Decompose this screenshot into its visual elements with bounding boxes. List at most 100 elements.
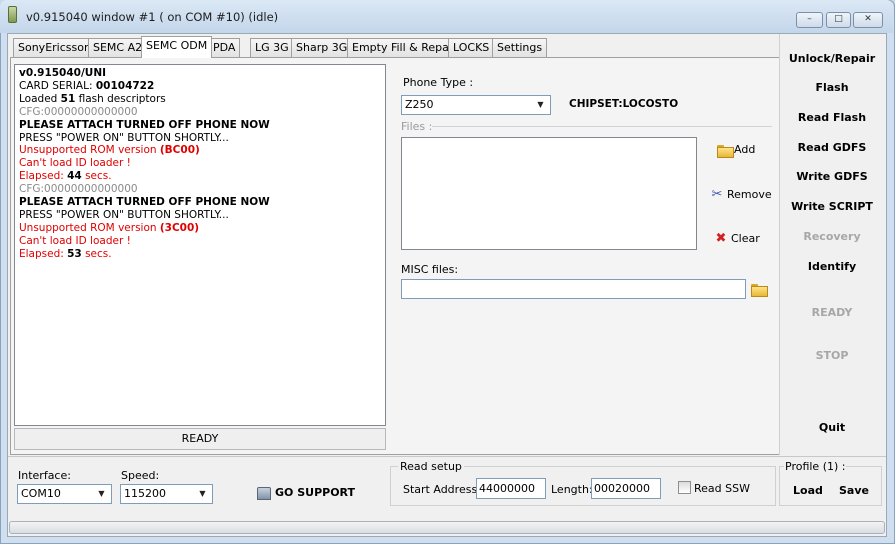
log-text: secs.	[81, 170, 112, 183]
log-text: Unsupported ROM version	[19, 221, 160, 234]
read-ssw-checkbox[interactable]	[678, 481, 691, 494]
log-text: Can't load ID loader !	[19, 157, 131, 170]
files-list[interactable]	[401, 137, 697, 250]
tab-lg-3g[interactable]: LG 3G	[250, 38, 294, 57]
remove-file-button[interactable]: ✂ Remove	[709, 187, 772, 202]
maximize-button[interactable]: □	[826, 12, 851, 28]
quit-button[interactable]: Quit	[780, 421, 884, 434]
log-line: Unsupported ROM version (BC00)	[19, 144, 381, 157]
log-line: PRESS "POWER ON" BUTTON SHORTLY...	[19, 132, 381, 145]
clear-files-button[interactable]: ✖ Clear	[713, 231, 760, 246]
go-support-button[interactable]: GO SUPPORT	[257, 486, 355, 500]
write-script-button[interactable]: Write SCRIPT	[780, 200, 884, 213]
log-text: Elapsed:	[19, 170, 68, 183]
folder-icon	[751, 283, 768, 297]
add-label: Add	[734, 143, 756, 156]
action-sidebar	[779, 34, 886, 455]
write-gdfs-button[interactable]: Write GDFS	[780, 170, 884, 183]
tab-semc-odm[interactable]: SEMC ODM	[141, 36, 213, 58]
start-address-label: Start Address:	[403, 483, 481, 496]
clear-x-icon: ✖	[715, 231, 727, 246]
tab-sonyericsson[interactable]: SonyEricsson	[13, 38, 96, 57]
log-line: v0.915040/UNI	[19, 67, 381, 80]
log-line: PRESS "POWER ON" BUTTON SHORTLY...	[19, 209, 381, 222]
read-setup-label: Read setup	[398, 460, 464, 473]
tab-empty-fill-repair[interactable]: Empty Fill & Repair	[347, 38, 462, 57]
log-text: 00104722	[95, 79, 155, 92]
tab-settings[interactable]: Settings	[492, 38, 548, 57]
log-text: flash descriptors	[75, 92, 166, 105]
log-line: CFG:00000000000000	[19, 183, 381, 196]
chevron-down-icon: ▼	[98, 489, 105, 498]
tab-locks[interactable]: LOCKS	[448, 38, 495, 57]
log-text: PRESS "POWER ON" BUTTON SHORTLY...	[19, 208, 229, 221]
log-text: 53	[67, 247, 82, 260]
interface-label: Interface:	[18, 469, 71, 482]
log-text: 51	[60, 92, 76, 105]
load-profile-button[interactable]: Load	[793, 484, 823, 497]
save-profile-button[interactable]: Save	[839, 484, 869, 497]
log-text: secs.	[81, 247, 112, 260]
interface-value: COM10	[21, 487, 61, 500]
start-address-input[interactable]: 44000000	[476, 478, 546, 499]
unlock-repair-button[interactable]: Unlock/Repair	[780, 52, 884, 65]
speed-select[interactable]: 115200 ▼	[120, 484, 213, 504]
identify-button[interactable]: Identify	[780, 260, 884, 273]
read-flash-button[interactable]: Read Flash	[780, 111, 884, 124]
minimize-button[interactable]: –	[796, 12, 823, 28]
log-text: Loaded	[19, 92, 61, 105]
chipset-label: CHIPSET:LOCOSTO	[569, 98, 679, 110]
misc-files-label: MISC files:	[401, 263, 459, 276]
phone-type-select[interactable]: Z250 ▼	[401, 95, 551, 115]
log-line: Loaded 51 flash descriptors	[19, 93, 381, 106]
misc-files-input[interactable]	[401, 279, 746, 299]
chevron-down-icon: ▼	[537, 100, 544, 109]
length-input[interactable]: 00020000	[591, 478, 661, 499]
profile-label: Profile (1) :	[784, 460, 847, 473]
read-ssw-label[interactable]: Read SSW	[694, 482, 750, 495]
remove-label: Remove	[727, 188, 772, 201]
log-text: CFG:00000000000000	[19, 105, 138, 118]
interface-select[interactable]: COM10 ▼	[17, 484, 112, 504]
log-text: (3C00)	[159, 221, 200, 234]
clear-label: Clear	[731, 232, 760, 245]
flash-button[interactable]: Flash	[780, 81, 884, 94]
recovery-button[interactable]: Recovery	[780, 230, 884, 243]
log-line: Can't load ID loader !	[19, 157, 381, 170]
log-line: Can't load ID loader !	[19, 235, 381, 248]
folder-icon	[716, 144, 734, 158]
log-text: Elapsed:	[19, 247, 68, 260]
log-text: CARD SERIAL:	[19, 79, 96, 92]
read-gdfs-button[interactable]: Read GDFS	[780, 141, 884, 154]
chevron-down-icon: ▼	[199, 489, 206, 498]
log-text: (BC00)	[159, 144, 200, 157]
browse-misc-button[interactable]	[751, 282, 769, 297]
log-line: CFG:00000000000000	[19, 106, 381, 119]
go-support-label: GO SUPPORT	[275, 486, 356, 499]
log-text: PLEASE ATTACH TURNED OFF PHONE NOW	[19, 118, 270, 131]
tab-sharp-3g[interactable]: Sharp 3G	[291, 38, 353, 57]
log-output[interactable]: v0.915040/UNI CARD SERIAL: 00104722 Loaded…	[14, 64, 386, 426]
home-icon	[257, 486, 271, 500]
tab-pda[interactable]: PDA	[208, 38, 241, 57]
log-line: Unsupported ROM version (3C00)	[19, 222, 381, 235]
log-text: PLEASE ATTACH TURNED OFF PHONE NOW	[19, 196, 270, 209]
log-line: PLEASE ATTACH TURNED OFF PHONE NOW	[19, 196, 381, 209]
log-line: PLEASE ATTACH TURNED OFF PHONE NOW	[19, 119, 381, 132]
log-text: Unsupported ROM version	[19, 144, 160, 157]
phone-type-value: Z250	[405, 98, 434, 111]
add-file-button[interactable]: Add	[716, 143, 756, 158]
log-text: PRESS "POWER ON" BUTTON SHORTLY...	[19, 131, 229, 144]
files-group-label: Files :	[401, 120, 433, 133]
speed-label: Speed:	[121, 469, 160, 482]
log-line: Elapsed: 44 secs.	[19, 170, 381, 183]
log-text: CFG:00000000000000	[19, 183, 138, 196]
stop-button[interactable]: STOP	[780, 349, 884, 362]
files-group-divider	[432, 126, 772, 127]
tab-semc-a2[interactable]: SEMC A2	[88, 38, 148, 57]
close-button[interactable]: ✕	[853, 12, 883, 28]
ready-indicator: READY	[811, 306, 853, 319]
progress-bar	[9, 521, 885, 534]
phone-type-label: Phone Type :	[403, 76, 474, 89]
app-icon	[8, 6, 17, 23]
